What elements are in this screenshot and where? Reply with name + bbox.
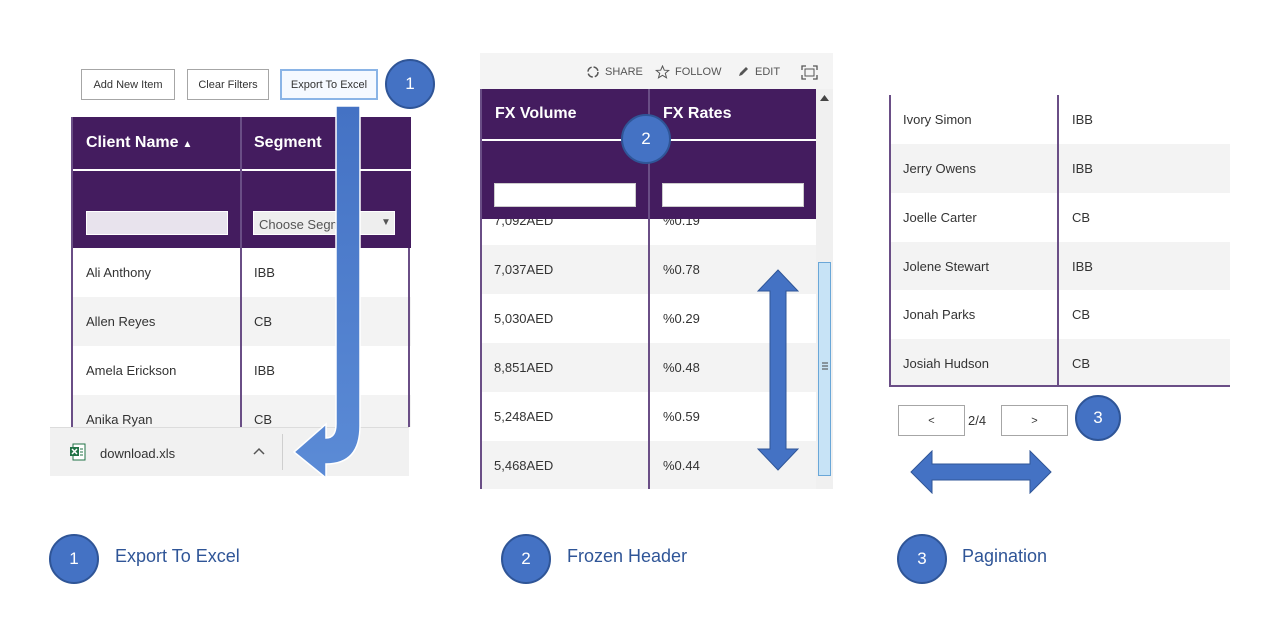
cell-client-name: Amela Erickson <box>86 363 177 378</box>
cell-fx-volume: 7,037AED <box>494 262 554 277</box>
caption-frozen-header: Frozen Header <box>567 546 688 566</box>
table-row[interactable]: Jonah Parks CB <box>891 290 1230 339</box>
caption-number: 3 <box>897 534 947 584</box>
column-divider <box>1057 95 1059 385</box>
next-page-button[interactable]: > <box>1001 405 1068 436</box>
table-row[interactable]: Ivory Simon IBB <box>891 95 1230 144</box>
vertical-scroll-arrow-icon <box>757 269 799 471</box>
client-name-filter-input[interactable] <box>86 211 228 235</box>
column-header-fx-volume[interactable]: FX Volume <box>495 105 577 123</box>
pencil-icon <box>739 67 748 76</box>
cell-segment: CB <box>1072 356 1091 371</box>
cell-fx-volume: 5,468AED <box>494 458 554 473</box>
panel-pagination: Ivory Simon IBB Jerry Owens IBB Joelle C… <box>889 95 1230 387</box>
edit-button[interactable]: EDIT <box>737 65 780 78</box>
cell-segment: CB <box>1072 307 1091 322</box>
cell-fx-volume: 5,030AED <box>494 311 554 326</box>
cell-fx-volume: 8,851AED <box>494 360 554 375</box>
follow-button[interactable]: FOLLOW <box>655 65 721 79</box>
edit-label: EDIT <box>755 65 781 78</box>
sharepoint-toolbar: SHARE FOLLOW EDIT <box>480 53 833 89</box>
share-button[interactable]: SHARE <box>586 65 643 79</box>
share-label: SHARE <box>605 66 643 78</box>
cell-segment: IBB <box>254 265 275 280</box>
scroll-up-icon[interactable] <box>820 95 829 101</box>
share-icon <box>587 66 599 78</box>
add-new-item-button[interactable]: Add New Item <box>81 69 175 100</box>
chevron-up-icon[interactable] <box>253 447 265 455</box>
star-icon <box>655 65 670 79</box>
vertical-scrollbar[interactable] <box>816 89 833 489</box>
cell-client-name: Allen Reyes <box>86 314 156 329</box>
cell-client-name: Ali Anthony <box>86 265 152 280</box>
chevron-down-icon: ▼ <box>381 217 391 228</box>
step-badge: 1 <box>385 59 435 109</box>
fx-rates-filter-input[interactable] <box>662 183 804 207</box>
cell-fx-volume: 5,248AED <box>494 409 554 424</box>
grip-icon <box>822 362 828 370</box>
cell-fx-volume: 7,092AED <box>494 219 554 228</box>
export-flow-arrow-icon <box>292 106 361 480</box>
cell-client-name: Jerry Owens <box>903 161 976 176</box>
step-badge: 2 <box>621 114 671 164</box>
sort-ascending-icon: ▲ <box>182 139 193 150</box>
cell-segment: IBB <box>1072 259 1093 274</box>
column-header-client-name[interactable]: Client Name ▲ <box>86 134 192 152</box>
grid-left-border <box>480 89 482 489</box>
column-divider <box>240 117 242 427</box>
cell-fx-rate: %0.59 <box>663 409 700 424</box>
caption-number: 2 <box>501 534 551 584</box>
caption-pagination: Pagination <box>962 546 1048 566</box>
fullscreen-icon[interactable] <box>801 65 818 80</box>
table-row[interactable]: Jerry Owens IBB <box>891 144 1230 193</box>
table-row[interactable]: Jolene Stewart IBB <box>891 242 1230 291</box>
caption-number: 1 <box>49 534 99 584</box>
column-title-client: Client Name <box>86 134 179 151</box>
download-file-name[interactable]: download.xls <box>100 446 175 461</box>
cell-fx-rate: %0.19 <box>663 219 700 228</box>
table-row[interactable]: Joelle Carter CB <box>891 193 1230 242</box>
cell-fx-rate: %0.29 <box>663 311 700 326</box>
clear-filters-button[interactable]: Clear Filters <box>187 69 269 100</box>
step-badge: 3 <box>1075 395 1121 441</box>
cell-fx-rate: %0.44 <box>663 458 700 473</box>
horizontal-page-arrow-icon <box>910 450 1052 494</box>
previous-page-button[interactable]: < <box>898 405 965 436</box>
grid-right-border <box>408 248 410 427</box>
caption-export-to-excel: Export To Excel <box>115 546 240 566</box>
table-row[interactable]: Josiah Hudson CB <box>891 339 1230 385</box>
cell-client-name: Anika Ryan <box>86 412 153 427</box>
scrollbar-thumb[interactable] <box>818 262 831 476</box>
cell-segment: CB <box>254 412 273 427</box>
export-to-excel-button[interactable]: Export To Excel <box>280 69 378 100</box>
cell-client-name: Josiah Hudson <box>903 356 989 371</box>
page-indicator: 2/4 <box>968 413 987 428</box>
cell-client-name: Jolene Stewart <box>903 259 989 274</box>
cell-client-name: Ivory Simon <box>903 112 972 127</box>
shelf-divider <box>282 434 283 470</box>
cell-client-name: Jonah Parks <box>903 307 976 322</box>
cell-fx-rate: %0.78 <box>663 262 700 277</box>
cell-fx-rate: %0.48 <box>663 360 700 375</box>
column-header-fx-rates[interactable]: FX Rates <box>663 105 731 123</box>
cell-segment: CB <box>1072 210 1091 225</box>
excel-file-icon <box>70 443 86 461</box>
fx-volume-filter-input[interactable] <box>494 183 636 207</box>
cell-segment: IBB <box>1072 161 1093 176</box>
cell-segment: IBB <box>254 363 275 378</box>
cell-segment: CB <box>254 314 273 329</box>
cell-client-name: Joelle Carter <box>903 210 977 225</box>
follow-label: FOLLOW <box>675 66 722 78</box>
cell-segment: IBB <box>1072 112 1093 127</box>
